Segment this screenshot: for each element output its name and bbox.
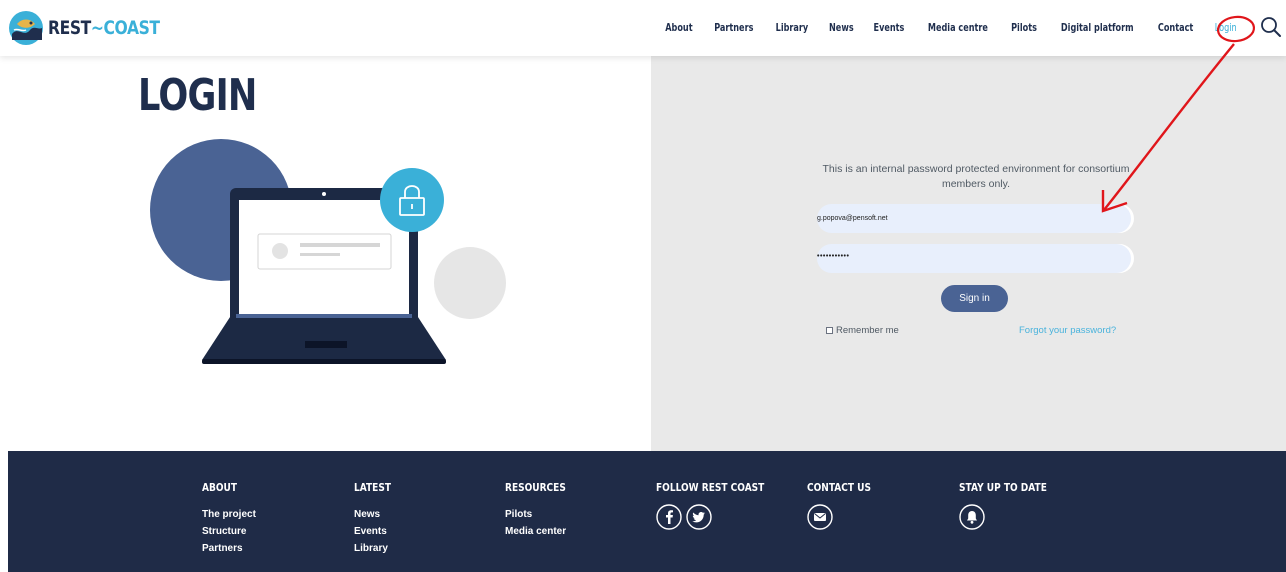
login-intro-text: This is an internal password protected e… — [822, 163, 1130, 190]
footer-link-media-center[interactable]: Media center — [505, 523, 579, 540]
footer-link-events[interactable]: Events — [354, 523, 399, 540]
footer-heading-about: ABOUT — [202, 481, 238, 494]
mail-icon[interactable] — [807, 504, 833, 530]
search-icon[interactable] — [1260, 16, 1282, 38]
footer-link-partners[interactable]: Partners — [202, 540, 256, 557]
twitter-icon[interactable] — [686, 504, 712, 530]
nav-item-pilots[interactable]: Pilots — [1011, 22, 1037, 34]
site-footer: ABOUT The project Structure Partners LAT… — [0, 451, 1286, 572]
nav-item-news[interactable]: News — [829, 22, 854, 34]
footer-col-stay: STAY UP TO DATE — [959, 481, 1066, 530]
footer-col-follow: FOLLOW REST COAST — [656, 481, 788, 530]
remember-me-checkbox[interactable] — [826, 327, 833, 334]
footer-col-about: ABOUT The project Structure Partners — [202, 481, 256, 557]
remember-me[interactable]: Remember me — [826, 325, 899, 336]
bell-icon[interactable] — [959, 504, 985, 530]
footer-heading-follow: FOLLOW REST COAST — [656, 481, 765, 494]
password-field-value[interactable]: ••••••••••• — [817, 253, 1097, 260]
nav-item-events[interactable]: Events — [874, 22, 905, 34]
main-nav: About Partners Library News Events Media… — [647, 0, 1238, 56]
nav-item-digital-platform[interactable]: Digital platform — [1061, 22, 1134, 34]
footer-col-latest: LATEST News Events Library — [354, 481, 399, 557]
fish-wave-logo-icon — [9, 11, 43, 45]
stay-icons — [959, 504, 1066, 530]
footer-left-strip — [0, 451, 8, 572]
site-header: REST~COAST About Partners Library News E… — [0, 0, 1286, 56]
site-logo[interactable]: REST~COAST — [8, 10, 184, 46]
logo-text-rest: REST — [48, 17, 91, 39]
nav-item-library[interactable]: Library — [775, 22, 808, 34]
footer-link-the-project[interactable]: The project — [202, 506, 256, 523]
decor-circle-small — [434, 247, 506, 319]
footer-link-news[interactable]: News — [354, 506, 399, 523]
sign-in-button[interactable]: Sign in — [941, 285, 1008, 312]
contact-icons — [807, 504, 885, 530]
logo-text-sep: ~ — [90, 17, 104, 39]
footer-heading-stay: STAY UP TO DATE — [959, 481, 1047, 494]
footer-heading-latest: LATEST — [354, 481, 392, 494]
login-panel: This is an internal password protected e… — [651, 56, 1286, 451]
lock-icon — [380, 168, 444, 232]
login-illustration — [150, 139, 506, 364]
footer-heading-resources: RESOURCES — [505, 481, 566, 494]
logo-wordmark: REST~COAST — [48, 17, 160, 39]
forgot-password-link[interactable]: Forgot your password? — [1019, 325, 1116, 336]
footer-col-contact: CONTACT US — [807, 481, 885, 530]
page-title: LOGIN — [138, 70, 257, 121]
footer-link-library[interactable]: Library — [354, 540, 399, 557]
footer-col-resources: RESOURCES Pilots Media center — [505, 481, 579, 540]
footer-link-pilots[interactable]: Pilots — [505, 506, 579, 523]
nav-item-about[interactable]: About — [665, 22, 692, 34]
social-icons — [656, 504, 788, 530]
email-field-value[interactable]: g.popova@pensoft.net — [817, 215, 1097, 222]
logo-text-coast: COAST — [103, 17, 161, 39]
nav-item-media-centre[interactable]: Media centre — [928, 22, 988, 34]
footer-link-structure[interactable]: Structure — [202, 523, 256, 540]
nav-item-partners[interactable]: Partners — [714, 22, 753, 34]
remember-me-label: Remember me — [836, 325, 899, 336]
facebook-icon[interactable] — [656, 504, 682, 530]
footer-heading-contact: CONTACT US — [807, 481, 872, 494]
nav-item-login[interactable]: Login — [1214, 22, 1236, 34]
nav-item-contact[interactable]: Contact — [1158, 22, 1193, 34]
